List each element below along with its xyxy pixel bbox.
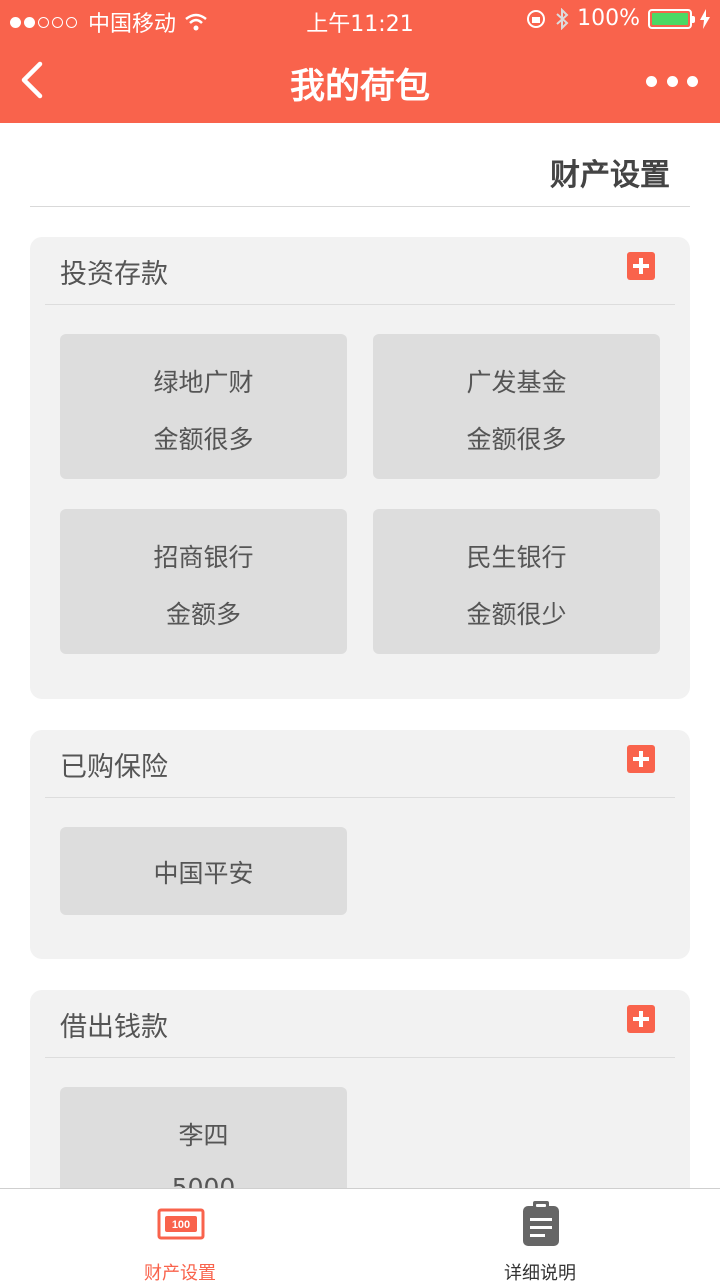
- svg-text:100: 100: [172, 1219, 190, 1231]
- section-investments: 投资存款 绿地广财 金额很多 广发基金 金额很多 招商银行 金额多 民生银行 金…: [30, 237, 690, 699]
- section-header: 财产设置: [30, 123, 690, 207]
- page-title: 我的荷包: [289, 67, 430, 107]
- more-icon: [646, 75, 657, 87]
- signal-strength-icon: [10, 16, 80, 28]
- main-content[interactable]: 财产设置 投资存款 绿地广财 金额很多 广发基金 金额很多 招商银行 金额多 民…: [0, 123, 720, 1188]
- asset-tile[interactable]: 广发基金 金额很多: [373, 334, 660, 479]
- tile-name: 广发基金: [466, 368, 567, 397]
- tab-details[interactable]: 详细说明: [360, 1189, 720, 1284]
- tab-bar: 100 财产设置 详细说明: [0, 1188, 720, 1284]
- tile-amount: 金额很少: [466, 600, 567, 629]
- section-title: 已购保险: [60, 752, 168, 783]
- tab-label: 财产设置: [144, 1263, 216, 1284]
- section-insurance: 已购保险 中国平安: [30, 730, 690, 959]
- status-bar: 中国移动 上午11:21 100%: [0, 0, 720, 40]
- add-investment-button[interactable]: [627, 252, 655, 280]
- section-head: 借出钱款: [45, 990, 675, 1058]
- tile-name: 招商银行: [153, 543, 254, 572]
- tile-name: 绿地广财: [153, 368, 254, 397]
- add-loan-button[interactable]: [627, 1005, 655, 1033]
- orientation-lock-icon: [527, 9, 546, 28]
- section-loans: 借出钱款 李四 5000: [30, 990, 690, 1188]
- section-head: 已购保险: [45, 730, 675, 798]
- wifi-icon: [185, 13, 207, 31]
- clipboard-icon: [523, 1201, 559, 1246]
- tile-name: 李四: [178, 1121, 229, 1150]
- tab-label: 详细说明: [504, 1263, 576, 1284]
- money-icon: 100: [157, 1208, 205, 1240]
- tile-amount: 金额多: [165, 600, 241, 629]
- tile-amount: 5000: [171, 1173, 236, 1188]
- section-title: 投资存款: [60, 259, 168, 290]
- bluetooth-icon: [556, 7, 569, 30]
- asset-tile[interactable]: 李四 5000: [60, 1087, 347, 1188]
- asset-tile[interactable]: 民生银行 金额很少: [373, 509, 660, 654]
- tile-amount: 金额很多: [153, 425, 254, 454]
- carrier-name: 中国移动: [88, 12, 177, 37]
- section-head: 投资存款: [45, 237, 675, 305]
- add-insurance-button[interactable]: [627, 745, 655, 773]
- battery-icon: [648, 8, 695, 29]
- tile-name: 民生银行: [466, 543, 567, 572]
- asset-tile[interactable]: 中国平安: [60, 827, 347, 915]
- status-right: 100%: [517, 6, 710, 31]
- tile-name: 中国平安: [153, 859, 254, 888]
- tab-assets[interactable]: 100 财产设置: [0, 1189, 360, 1284]
- section-header-title: 财产设置: [550, 158, 670, 193]
- chevron-left-icon: [21, 61, 43, 99]
- nav-bar: 我的荷包: [0, 40, 720, 123]
- section-title: 借出钱款: [60, 1012, 168, 1043]
- battery-percent: 100%: [577, 6, 640, 31]
- charging-icon: [700, 8, 710, 29]
- more-button[interactable]: [646, 70, 698, 92]
- status-left: 中国移动: [10, 6, 208, 38]
- back-button[interactable]: [14, 58, 54, 102]
- asset-tile[interactable]: 绿地广财 金额很多: [60, 334, 347, 479]
- asset-tile[interactable]: 招商银行 金额多: [60, 509, 347, 654]
- tile-amount: 金额很多: [466, 425, 567, 454]
